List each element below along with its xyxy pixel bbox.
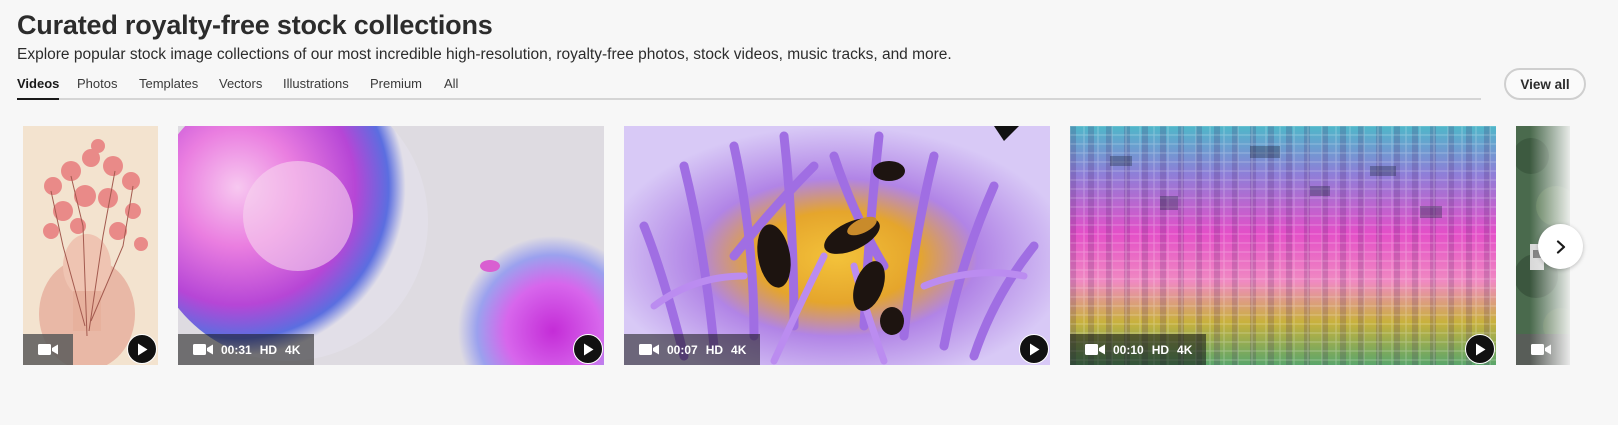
4k-badge: 4K bbox=[1177, 342, 1193, 357]
category-tabs: Videos Photos Templates Vectors Illustra… bbox=[17, 76, 1481, 100]
video-meta-bar bbox=[23, 334, 73, 365]
video-meta-bar: 00:31 HD 4K bbox=[178, 334, 315, 365]
video-card[interactable]: 00:07 HD 4K bbox=[624, 126, 1050, 365]
play-icon bbox=[584, 343, 594, 355]
video-camera-icon bbox=[1531, 344, 1551, 355]
video-meta-bar: 00:07 HD 4K bbox=[624, 334, 761, 365]
tab-all[interactable]: All bbox=[444, 76, 458, 100]
hd-badge: HD bbox=[1151, 342, 1170, 357]
video-meta-bar: 00:10 HD 4K bbox=[1070, 334, 1207, 365]
tab-illustrations[interactable]: Illustrations bbox=[283, 76, 349, 100]
hd-badge: HD bbox=[259, 342, 278, 357]
4k-badge: 4K bbox=[731, 342, 747, 357]
floral-portrait-thumbnail bbox=[23, 126, 158, 365]
collections-section: Curated royalty-free stock collections E… bbox=[0, 0, 1618, 425]
tab-premium[interactable]: Premium bbox=[370, 76, 422, 100]
play-icon bbox=[138, 343, 148, 355]
video-card[interactable]: 00:31 HD 4K bbox=[178, 126, 604, 365]
play-button[interactable] bbox=[573, 334, 603, 364]
video-card[interactable] bbox=[23, 126, 158, 365]
hd-badge: HD bbox=[705, 342, 724, 357]
carousel-next-button[interactable] bbox=[1538, 224, 1583, 269]
play-button[interactable] bbox=[127, 334, 157, 364]
video-card[interactable]: 00:10 HD 4K bbox=[1070, 126, 1496, 365]
video-camera-icon bbox=[193, 344, 213, 355]
tab-vectors[interactable]: Vectors bbox=[219, 76, 262, 100]
chevron-right-icon bbox=[1556, 239, 1565, 254]
play-button[interactable] bbox=[1465, 334, 1495, 364]
view-all-button[interactable]: View all bbox=[1504, 68, 1586, 100]
video-duration: 00:10 bbox=[1113, 342, 1144, 357]
tab-templates[interactable]: Templates bbox=[139, 76, 198, 100]
video-meta-bar bbox=[1516, 334, 1570, 365]
video-camera-icon bbox=[1085, 344, 1105, 355]
bees-lotus-thumbnail bbox=[624, 126, 1050, 365]
video-camera-icon bbox=[38, 344, 58, 355]
tab-photos[interactable]: Photos bbox=[77, 76, 117, 100]
purple-ink-thumbnail bbox=[178, 126, 604, 365]
tab-videos[interactable]: Videos bbox=[17, 76, 60, 100]
4k-badge: 4K bbox=[285, 342, 301, 357]
glitch-mosaic-thumbnail bbox=[1070, 126, 1496, 365]
video-duration: 00:31 bbox=[221, 342, 252, 357]
section-title: Curated royalty-free stock collections bbox=[17, 10, 493, 40]
play-icon bbox=[1030, 343, 1040, 355]
section-subtitle: Explore popular stock image collections … bbox=[17, 46, 952, 63]
play-icon bbox=[1476, 343, 1486, 355]
video-carousel: 00:31 HD 4K 00:07 HD 4K 00:10 HD 4K bbox=[0, 126, 1618, 365]
play-button[interactable] bbox=[1019, 334, 1049, 364]
video-duration: 00:07 bbox=[667, 342, 698, 357]
video-camera-icon bbox=[639, 344, 659, 355]
